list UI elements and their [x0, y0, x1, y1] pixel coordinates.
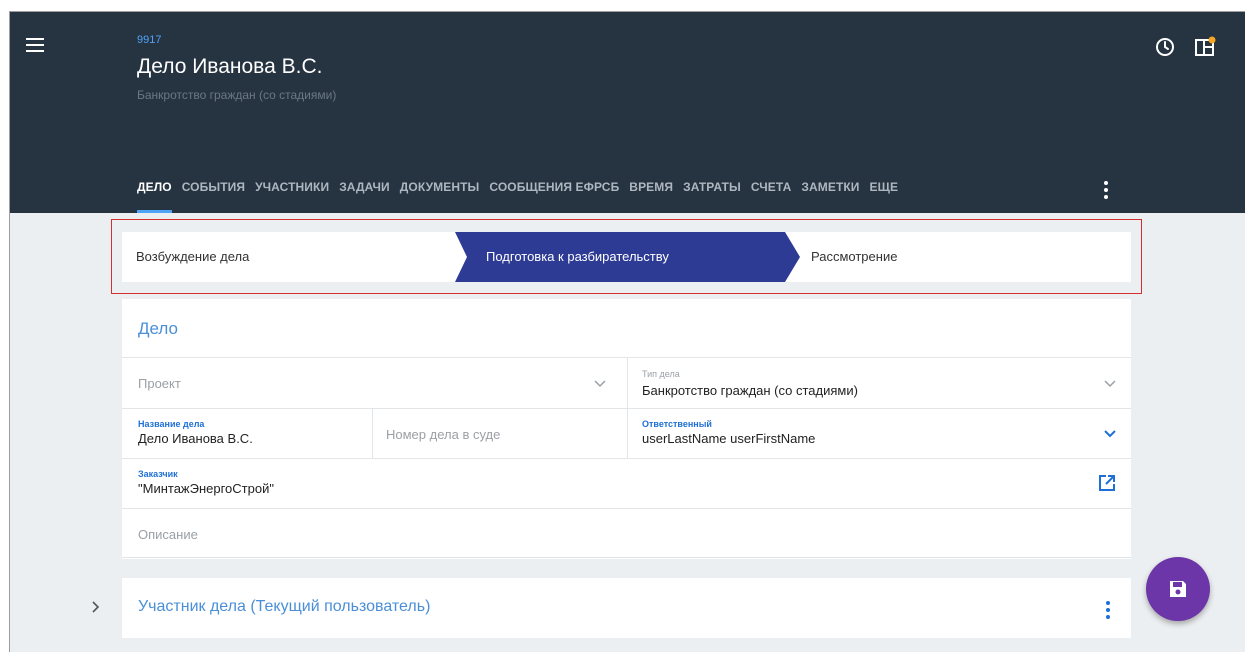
chevron-right-icon[interactable]	[91, 600, 101, 614]
form-row-description: Описание	[122, 508, 1131, 558]
description-field[interactable]: Описание	[138, 527, 198, 542]
case-header: 9917 Дело Иванова В.С. Банкротство гражд…	[10, 12, 1245, 213]
tab-expenses[interactable]: ЗАТРАТЫ	[683, 180, 741, 213]
tab-more[interactable]: ЕЩЕ	[870, 180, 899, 213]
participant-card: Участник дела (Текущий пользователь)	[122, 578, 1131, 638]
stage-initiation[interactable]: Возбуждение дела	[136, 232, 249, 282]
responsible-select[interactable]: userLastName userFirstName	[642, 431, 815, 446]
layout-icon[interactable]	[1193, 35, 1217, 59]
case-details-card: Дело Проект Тип дела Банкротство граждан…	[122, 299, 1131, 559]
chevron-down-icon[interactable]	[593, 379, 607, 389]
save-icon	[1170, 581, 1186, 597]
more-vert-icon[interactable]	[1104, 601, 1112, 619]
tab-participants[interactable]: УЧАСТНИКИ	[255, 180, 329, 213]
case-name-label: Название дела	[138, 419, 205, 429]
tab-time[interactable]: ВРЕМЯ	[629, 180, 673, 213]
stage-consideration[interactable]: Рассмотрение	[811, 232, 897, 282]
tab-notes[interactable]: ЗАМЕТКИ	[801, 180, 859, 213]
form-row-project: Проект Тип дела Банкротство граждан (со …	[122, 357, 1131, 408]
case-id: 9917	[137, 34, 162, 46]
case-type-select[interactable]: Банкротство граждан (со стадиями)	[642, 383, 858, 398]
tab-documents[interactable]: ДОКУМЕНТЫ	[400, 180, 480, 213]
stage-progress-bar: Возбуждение дела Подготовка к разбирател…	[122, 232, 1131, 282]
more-vert-icon[interactable]	[1099, 181, 1113, 199]
case-type-label: Тип дела	[642, 369, 680, 379]
chevron-down-icon[interactable]	[1103, 429, 1117, 439]
clock-icon[interactable]	[1153, 35, 1177, 59]
tab-tasks[interactable]: ЗАДАЧИ	[339, 180, 390, 213]
responsible-label: Ответственный	[642, 419, 712, 429]
customer-label: Заказчик	[138, 469, 178, 479]
case-name-field[interactable]: Дело Иванова В.С.	[138, 431, 253, 446]
save-button[interactable]	[1146, 557, 1210, 621]
court-number-field[interactable]: Номер дела в суде	[386, 427, 500, 442]
menu-icon[interactable]	[26, 38, 44, 52]
page-title: Дело Иванова В.С.	[137, 55, 323, 78]
tab-efrsb-messages[interactable]: СООБЩЕНИЯ ЕФРСБ	[489, 180, 619, 213]
tab-case[interactable]: ДЕЛО	[137, 180, 172, 213]
project-select[interactable]: Проект	[138, 376, 181, 391]
stage-preparation[interactable]: Подготовка к разбирательству	[486, 232, 669, 282]
tab-bar: ДЕЛО СОБЫТИЯ УЧАСТНИКИ ЗАДАЧИ ДОКУМЕНТЫ …	[137, 180, 908, 213]
tab-invoices[interactable]: СЧЕТА	[751, 180, 792, 213]
card-title: Дело	[138, 319, 178, 338]
app-window: 9917 Дело Иванова В.С. Банкротство гражд…	[9, 11, 1245, 652]
form-row-customer: Заказчик "МинтажЭнергоСтрой"	[122, 458, 1131, 508]
chevron-down-icon[interactable]	[1103, 379, 1117, 389]
form-row-name: Название дела Дело Иванова В.С. Номер де…	[122, 408, 1131, 458]
customer-field[interactable]: "МинтажЭнергоСтрой"	[138, 481, 274, 496]
participant-title[interactable]: Участник дела (Текущий пользователь)	[138, 598, 430, 616]
case-type-subtitle: Банкротство граждан (со стадиями)	[137, 88, 337, 102]
open-external-icon[interactable]	[1098, 474, 1116, 492]
tab-events[interactable]: СОБЫТИЯ	[182, 180, 245, 213]
